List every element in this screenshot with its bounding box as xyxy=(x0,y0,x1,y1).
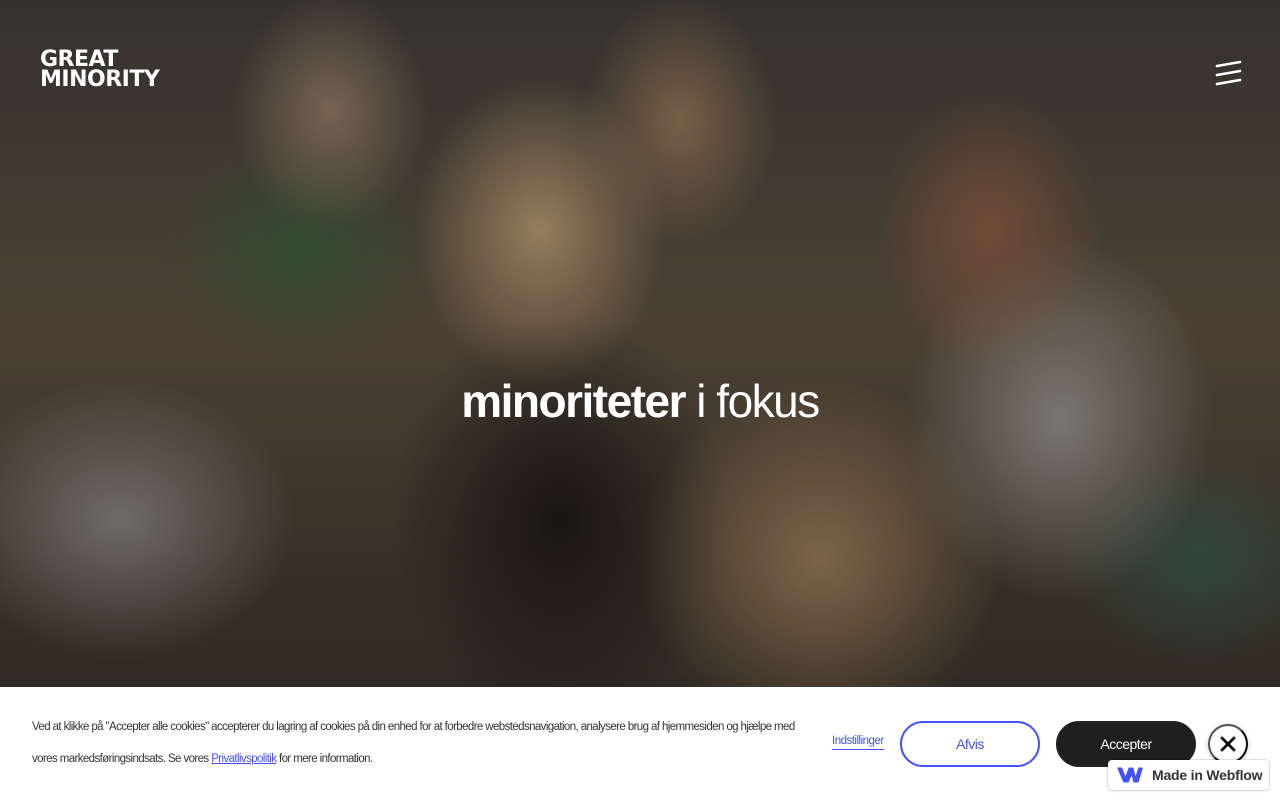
headline-light: i fokus xyxy=(696,375,820,427)
cookie-settings-link[interactable]: Indstillinger xyxy=(832,735,884,750)
headline-bold: minoriteter xyxy=(461,375,686,427)
logo-line-2: MINORITY xyxy=(40,67,160,92)
site-logo[interactable]: GREAT MINORITY xyxy=(40,49,192,92)
webflow-badge-label: Made in Webflow xyxy=(1152,767,1263,783)
hamburger-menu-icon xyxy=(1215,60,1242,86)
hamburger-menu-button[interactable] xyxy=(1212,58,1244,90)
close-icon xyxy=(1220,736,1236,752)
made-in-webflow-badge[interactable]: Made in Webflow xyxy=(1108,760,1269,790)
cookie-banner-text: Ved at klikke på "Accepter alle cookies"… xyxy=(32,711,802,775)
reject-cookies-button[interactable]: Afvis xyxy=(900,721,1040,767)
close-cookie-banner-button[interactable] xyxy=(1208,724,1248,764)
cookie-banner: Ved at klikke på "Accepter alle cookies"… xyxy=(0,687,1280,800)
cookie-text-main: Ved at klikke på "Accepter alle cookies"… xyxy=(32,721,795,765)
hero-headline: minoriteter i fokus xyxy=(0,372,1280,430)
privacy-policy-link[interactable]: Privatlivspolitik xyxy=(211,753,277,765)
webflow-logo-icon xyxy=(1117,767,1143,783)
cookie-text-end: for mere information. xyxy=(279,753,373,765)
